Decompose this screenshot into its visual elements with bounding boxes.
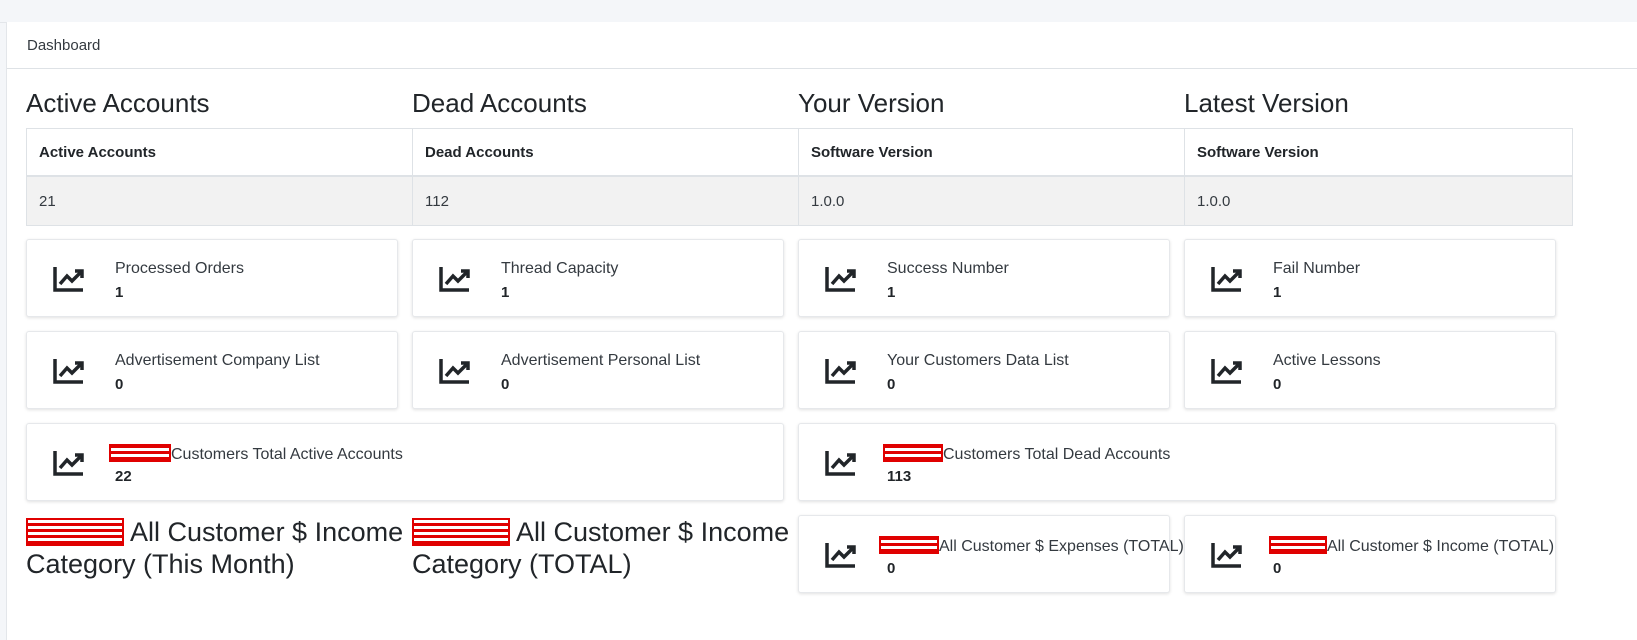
- redaction-mark: [1269, 536, 1327, 554]
- table-cell: 1.0.0: [799, 177, 1186, 225]
- chart-line-icon: [825, 451, 856, 476]
- income-title-this-month: All Customer $ Income Category (This Mon…: [26, 516, 406, 580]
- table-dead-accounts: Dead Accounts 112: [412, 128, 801, 226]
- stat-label: All Customer $ Expenses (TOTAL): [939, 538, 1184, 555]
- stat-card-fail-number: Fail Number 1: [1184, 239, 1556, 317]
- stat-value: 0: [115, 376, 124, 393]
- stat-value: 1: [887, 284, 896, 301]
- stat-card-thread-capacity: Thread Capacity 1: [412, 239, 784, 317]
- stat-label: Customers Total Active Accounts: [171, 446, 403, 463]
- stat-value: 0: [887, 560, 896, 577]
- chart-line-icon: [1211, 267, 1242, 292]
- table-header: Software Version: [1185, 129, 1572, 177]
- stat-label: Processed Orders: [115, 260, 244, 277]
- stat-card-customers-data-list: Your Customers Data List 0: [798, 331, 1170, 409]
- stat-label: Success Number: [887, 260, 1009, 277]
- stat-label: Advertisement Personal List: [501, 352, 701, 369]
- chart-line-icon: [439, 359, 470, 384]
- chart-line-icon: [53, 267, 84, 292]
- stat-card-advertisement-personal-list: Advertisement Personal List 0: [412, 331, 784, 409]
- chart-line-icon: [825, 543, 856, 568]
- stat-value: 0: [1273, 560, 1282, 577]
- stat-label-wrapper: All Customer $ Expenses (TOTAL): [879, 536, 1184, 556]
- redaction-mark: [412, 518, 510, 546]
- stat-label: Customers Total Dead Accounts: [943, 446, 1171, 463]
- chart-line-icon: [1211, 359, 1242, 384]
- stat-label: Active Lessons: [1273, 352, 1381, 369]
- dashboard-panel: Dashboard Active Accounts Dead Accounts …: [6, 22, 1637, 640]
- stat-card-advertisement-company-list: Advertisement Company List 0: [26, 331, 398, 409]
- stat-label: Fail Number: [1273, 260, 1361, 277]
- table-header: Dead Accounts: [413, 129, 800, 177]
- stat-label: Advertisement Company List: [115, 352, 320, 369]
- stat-value: 1: [501, 284, 510, 301]
- stat-card-success-number: Success Number 1: [798, 239, 1170, 317]
- redaction-mark: [879, 536, 939, 554]
- stat-card-active-lessons: Active Lessons 0: [1184, 331, 1556, 409]
- stat-value: 1: [115, 284, 124, 301]
- stat-value: 0: [1273, 376, 1282, 393]
- title-dead-accounts: Dead Accounts: [412, 88, 587, 118]
- chart-line-icon: [825, 359, 856, 384]
- stat-label-wrapper: Customers Total Active Accounts: [109, 444, 403, 464]
- breadcrumb-dashboard[interactable]: Dashboard: [27, 37, 100, 54]
- stat-value: 1: [1273, 284, 1282, 301]
- stat-value: 0: [501, 376, 510, 393]
- title-latest-version: Latest Version: [1184, 88, 1349, 118]
- table-active-accounts: Active Accounts 21: [26, 128, 415, 226]
- chart-line-icon: [825, 267, 856, 292]
- table-cell: 1.0.0: [1185, 177, 1572, 225]
- stat-card-customers-total-active: Customers Total Active Accounts 22: [26, 423, 784, 501]
- stat-label: All Customer $ Income (TOTAL): [1327, 538, 1555, 555]
- income-title-total: All Customer $ Income Category (TOTAL): [412, 516, 792, 580]
- stat-card-customers-total-dead: Customers Total Dead Accounts 113: [798, 423, 1556, 501]
- stat-card-income-total: All Customer $ Income (TOTAL) 0: [1184, 515, 1556, 593]
- stat-label-wrapper: All Customer $ Income (TOTAL): [1269, 536, 1554, 556]
- chart-line-icon: [53, 359, 84, 384]
- table-header: Active Accounts: [27, 129, 414, 177]
- title-your-version: Your Version: [798, 88, 945, 118]
- table-cell: 21: [27, 177, 414, 225]
- table-your-version: Software Version 1.0.0: [798, 128, 1187, 226]
- top-bar: [0, 0, 1637, 23]
- redaction-mark: [26, 518, 124, 546]
- stat-value: 113: [887, 468, 912, 485]
- chart-line-icon: [1211, 543, 1242, 568]
- table-latest-version: Software Version 1.0.0: [1184, 128, 1573, 226]
- stat-value: 22: [115, 468, 132, 485]
- chart-line-icon: [53, 451, 84, 476]
- stat-card-expenses-total: All Customer $ Expenses (TOTAL) 0: [798, 515, 1184, 593]
- stat-card-processed-orders: Processed Orders 1: [26, 239, 398, 317]
- stat-label: Your Customers Data List: [887, 352, 1069, 369]
- redaction-mark: [883, 444, 943, 462]
- title-active-accounts: Active Accounts: [26, 88, 210, 118]
- redaction-mark: [109, 444, 171, 462]
- table-header: Software Version: [799, 129, 1186, 177]
- table-cell: 112: [413, 177, 800, 225]
- breadcrumb: Dashboard: [7, 22, 1637, 69]
- stat-label-wrapper: Customers Total Dead Accounts: [883, 444, 1170, 464]
- stat-label: Thread Capacity: [501, 260, 619, 277]
- stat-value: 0: [887, 376, 896, 393]
- chart-line-icon: [439, 267, 470, 292]
